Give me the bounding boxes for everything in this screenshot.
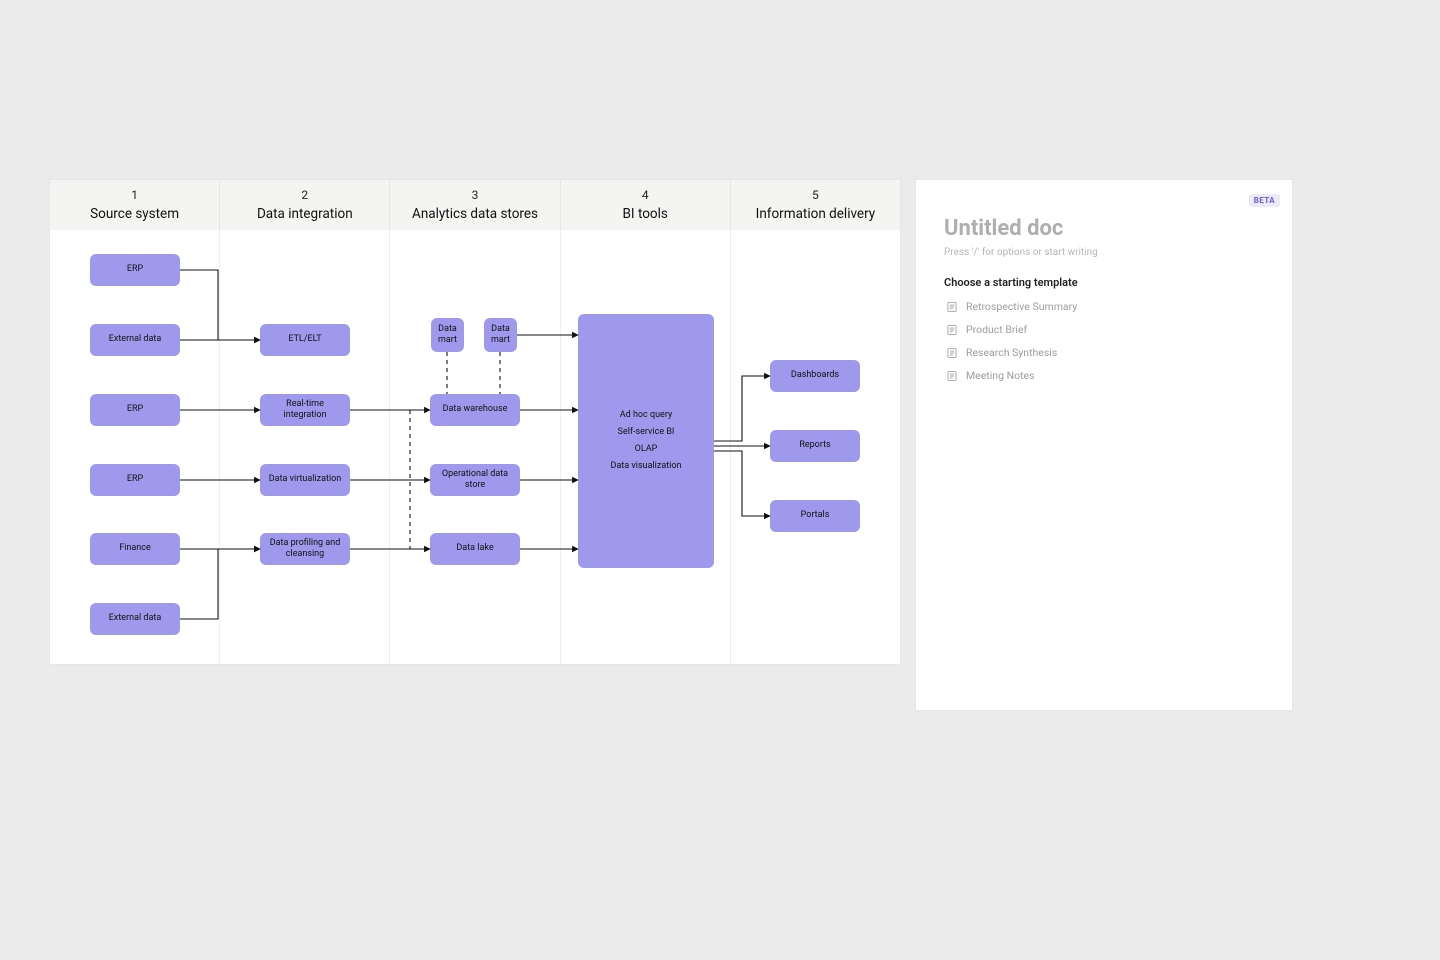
node-lake[interactable]: Data lake [430,533,520,565]
node-erp-1[interactable]: ERP [90,254,180,286]
template-label: Research Synthesis [966,346,1057,359]
bi-line-adhoc: Ad hoc query [620,410,672,421]
col-header-5: 5 Information delivery [731,180,900,230]
document-icon [946,324,958,336]
document-icon [946,370,958,382]
doc-hint: Press '/' for options or start writing [944,247,1264,258]
bi-line-selfservice: Self-service BI [618,427,675,438]
node-virtual[interactable]: Data virtualization [260,464,350,496]
node-ods[interactable]: Operational data store [430,464,520,496]
template-label: Meeting Notes [966,369,1035,382]
document-icon [946,301,958,313]
node-external-1[interactable]: External data [90,324,180,356]
template-heading: Choose a starting template [944,276,1264,289]
col-number: 4 [642,188,649,202]
diagram-panel[interactable]: 1 Source system 2 Data integration 3 Ana… [50,180,900,664]
template-meeting-notes[interactable]: Meeting Notes [944,364,1264,387]
body-col-2 [220,230,390,664]
col-header-3: 3 Analytics data stores [390,180,560,230]
template-research-synthesis[interactable]: Research Synthesis [944,341,1264,364]
node-erp-2[interactable]: ERP [90,394,180,426]
template-product-brief[interactable]: Product Brief [944,318,1264,341]
bi-line-viz: Data visualization [611,461,682,472]
doc-title[interactable]: Untitled doc [944,216,1264,241]
body-col-1 [50,230,220,664]
body-col-3 [390,230,560,664]
col-header-1: 1 Source system [50,180,220,230]
col-number: 3 [472,188,479,202]
col-number: 2 [301,188,308,202]
node-profiling[interactable]: Data profiling and cleansing [260,533,350,565]
node-reports[interactable]: Reports [770,430,860,462]
doc-panel[interactable]: BETA Untitled doc Press '/' for options … [916,180,1292,710]
col-header-2: 2 Data integration [220,180,390,230]
document-icon [946,347,958,359]
col-title: Source system [90,206,179,222]
node-etl[interactable]: ETL/ELT [260,324,350,356]
node-warehouse[interactable]: Data warehouse [430,394,520,426]
col-number: 1 [131,188,138,202]
node-data-mart-2[interactable]: Data mart [484,318,517,352]
template-label: Product Brief [966,323,1027,336]
col-title: BI tools [623,206,668,222]
node-external-2[interactable]: External data [90,603,180,635]
col-title: Information delivery [756,206,876,222]
diagram-header: 1 Source system 2 Data integration 3 Ana… [50,180,900,230]
col-title: Analytics data stores [412,206,538,222]
col-title: Data integration [257,206,353,222]
node-data-mart-1[interactable]: Data mart [431,318,464,352]
beta-badge: BETA [1249,194,1280,207]
node-bi-tools[interactable]: Ad hoc query Self-service BI OLAP Data v… [578,314,714,568]
node-dashboards[interactable]: Dashboards [770,360,860,392]
node-realtime[interactable]: Real-time integration [260,394,350,426]
col-header-4: 4 BI tools [561,180,731,230]
template-retrospective[interactable]: Retrospective Summary [944,295,1264,318]
template-label: Retrospective Summary [966,300,1077,313]
node-portals[interactable]: Portals [770,500,860,532]
node-erp-3[interactable]: ERP [90,464,180,496]
bi-line-olap: OLAP [635,444,658,455]
template-list: Retrospective Summary Product Brief Rese… [944,295,1264,387]
node-finance[interactable]: Finance [90,533,180,565]
col-number: 5 [812,188,819,202]
